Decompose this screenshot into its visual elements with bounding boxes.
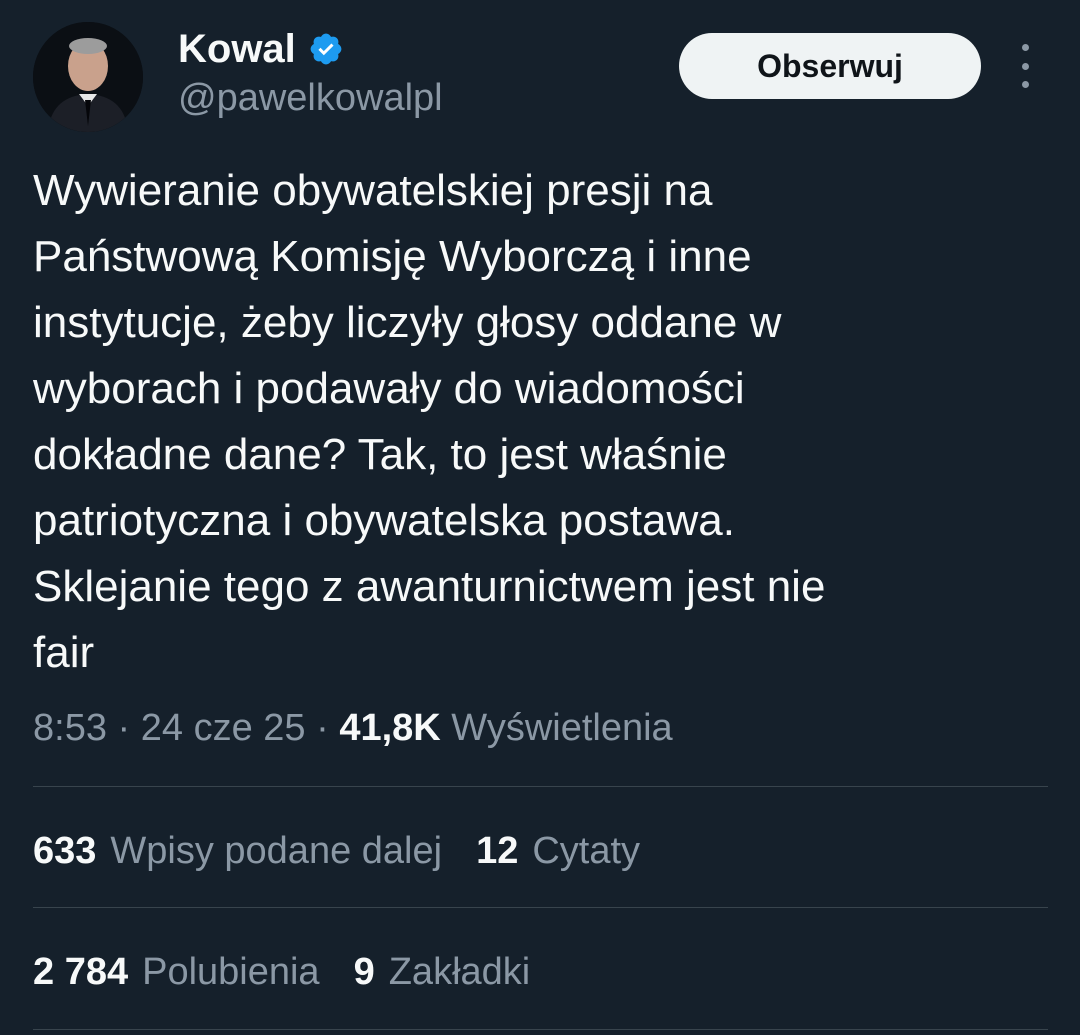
author-name-row: Kowal bbox=[178, 26, 344, 72]
tweet-text: Wywieranie obywatelskiej presji na Państ… bbox=[33, 166, 826, 677]
meta-separator: · bbox=[106, 707, 141, 749]
more-dot bbox=[1021, 81, 1029, 88]
reposts-count: 633 bbox=[33, 830, 97, 872]
author-handle[interactable]: @pawelkowalpl bbox=[178, 76, 443, 120]
reposts-label: Wpisy podane dalej bbox=[110, 830, 443, 872]
follow-button[interactable]: Obserwuj bbox=[679, 33, 981, 99]
avatar-image bbox=[33, 22, 143, 132]
quotes-stat[interactable]: 12 Cytaty bbox=[476, 826, 640, 876]
tweet-time[interactable]: 8:53 bbox=[33, 707, 107, 749]
bookmarks-label: Zakładki bbox=[388, 951, 531, 993]
bookmarks-count: 9 bbox=[353, 951, 375, 993]
more-dot bbox=[1021, 62, 1029, 70]
divider bbox=[33, 1029, 1048, 1030]
views-count: 41,8K bbox=[339, 707, 441, 749]
engagement-stats-row: 633 Wpisy podane dalej 12 Cytaty bbox=[33, 826, 640, 876]
avatar[interactable] bbox=[33, 22, 143, 132]
likes-label: Polubienia bbox=[142, 951, 320, 993]
views-label: Wyświetlenia bbox=[451, 707, 673, 749]
verified-badge-icon bbox=[310, 33, 342, 65]
engagement-stats-row: 2 784 Polubienia 9 Zakładki bbox=[33, 947, 530, 997]
reposts-stat[interactable]: 633 Wpisy podane dalej bbox=[33, 826, 442, 876]
more-dot bbox=[1021, 44, 1029, 51]
quotes-label: Cytaty bbox=[532, 830, 641, 872]
meta-separator: · bbox=[305, 707, 340, 749]
divider bbox=[33, 786, 1048, 787]
tweet-date[interactable]: 24 cze 25 bbox=[141, 707, 306, 749]
bookmarks-stat[interactable]: 9 Zakładki bbox=[354, 947, 531, 997]
likes-count: 2 784 bbox=[33, 951, 129, 993]
more-vertical-icon[interactable] bbox=[1008, 44, 1042, 88]
tweet-header: Kowal @pawelkowalpl Obserwuj bbox=[0, 0, 1080, 150]
quotes-count: 12 bbox=[476, 830, 519, 872]
author-display-name[interactable]: Kowal bbox=[178, 26, 296, 72]
tweet-meta: 8:53 · 24 cze 25 · 41,8K Wyświetlenia bbox=[33, 703, 673, 753]
likes-stat[interactable]: 2 784 Polubienia bbox=[33, 947, 320, 997]
divider bbox=[33, 907, 1048, 908]
